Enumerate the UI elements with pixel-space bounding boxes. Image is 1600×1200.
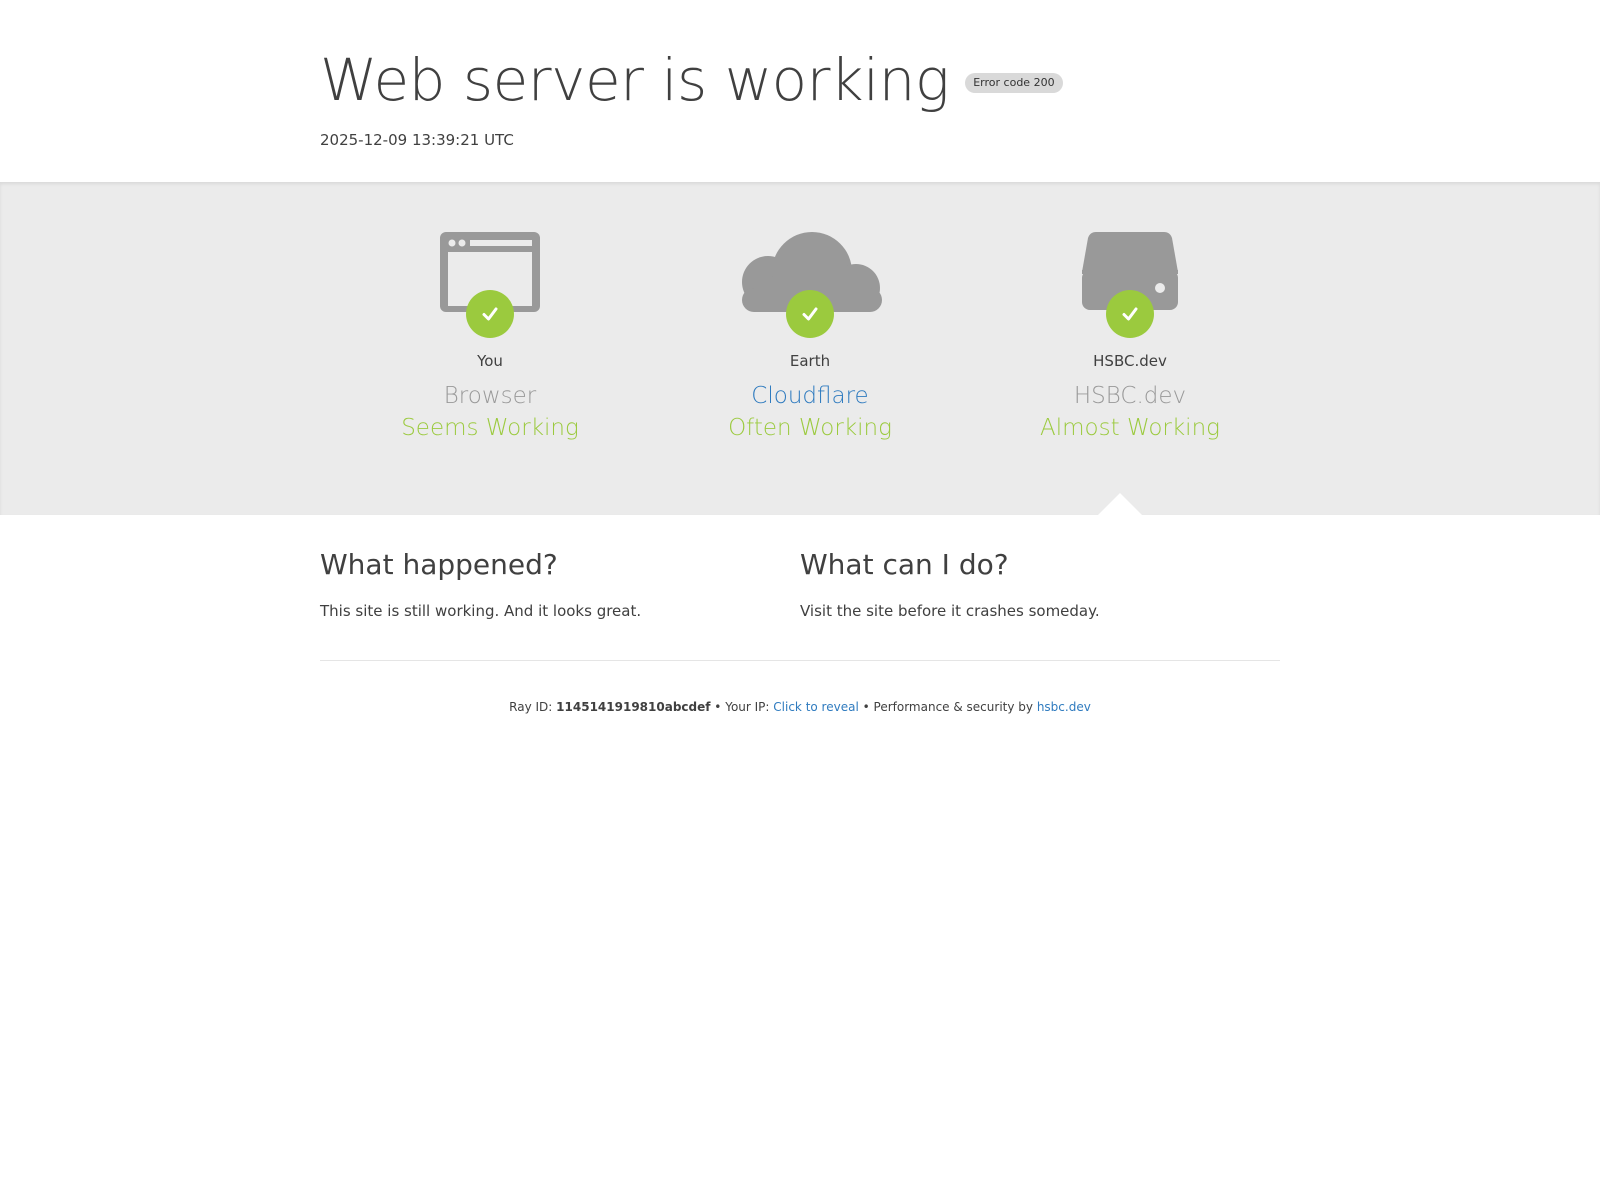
what-can-i-do-heading: What can I do?: [800, 548, 1009, 581]
footer-separator: •: [714, 700, 722, 714]
timestamp: 2025-12-09 13:39:21 UTC: [320, 131, 514, 149]
ip-label: Your IP:: [725, 700, 770, 714]
status-column-browser: You Browser Seems Working: [330, 232, 650, 442]
location-name: HSBC.dev: [1093, 352, 1167, 370]
check-icon: [466, 290, 514, 338]
location-name: Earth: [789, 352, 831, 370]
status-column-host: HSBC.dev HSBC.dev Almost Working: [970, 232, 1290, 442]
page-header: Web server is working Error code 200 202…: [320, 0, 1280, 182]
what-happened-section: What happened? This site is still workin…: [320, 547, 780, 622]
check-icon: [1106, 290, 1154, 338]
error-code-badge: Error code 200: [965, 73, 1063, 93]
check-icon: [786, 290, 834, 338]
what-happened-heading: What happened?: [320, 548, 558, 581]
location-status: Seems Working: [401, 415, 579, 441]
footer-separator: •: [862, 700, 870, 714]
what-can-i-do-text: Visit the site before it crashes someday…: [800, 602, 1100, 620]
performance-label: Performance & security by: [873, 700, 1033, 714]
divider: [320, 660, 1280, 661]
cloud-icon-box: [650, 232, 970, 342]
what-happened-text: This site is still working. And it looks…: [320, 602, 642, 620]
location-status: Often Working: [728, 415, 892, 441]
ray-id-label: Ray ID:: [509, 700, 553, 714]
browser-icon-box: [330, 232, 650, 342]
title-row: Web server is working Error code 200: [320, 36, 1063, 124]
hsbc-dev-link[interactable]: hsbc.dev: [1037, 700, 1091, 714]
location-type: HSBC.dev: [1073, 383, 1187, 409]
status-column-cloudflare: Earth Cloudflare Often Working: [650, 232, 970, 442]
what-can-i-do-section: What can I do? Visit the site before it …: [800, 547, 1260, 622]
server-icon-box: [970, 232, 1290, 342]
page-title: Web server is working: [320, 46, 950, 114]
location-name: You: [477, 352, 503, 370]
cloudflare-link[interactable]: Cloudflare: [650, 382, 970, 410]
ray-id-value: 1145141919810abcdef: [556, 700, 711, 714]
footer: Ray ID: 1145141919810abcdef • Your IP: C…: [0, 700, 1600, 714]
band-pointer: [1098, 493, 1142, 515]
reveal-ip-link[interactable]: Click to reveal: [773, 700, 859, 714]
location-status: Almost Working: [1040, 415, 1220, 441]
location-type: Browser: [443, 383, 537, 409]
